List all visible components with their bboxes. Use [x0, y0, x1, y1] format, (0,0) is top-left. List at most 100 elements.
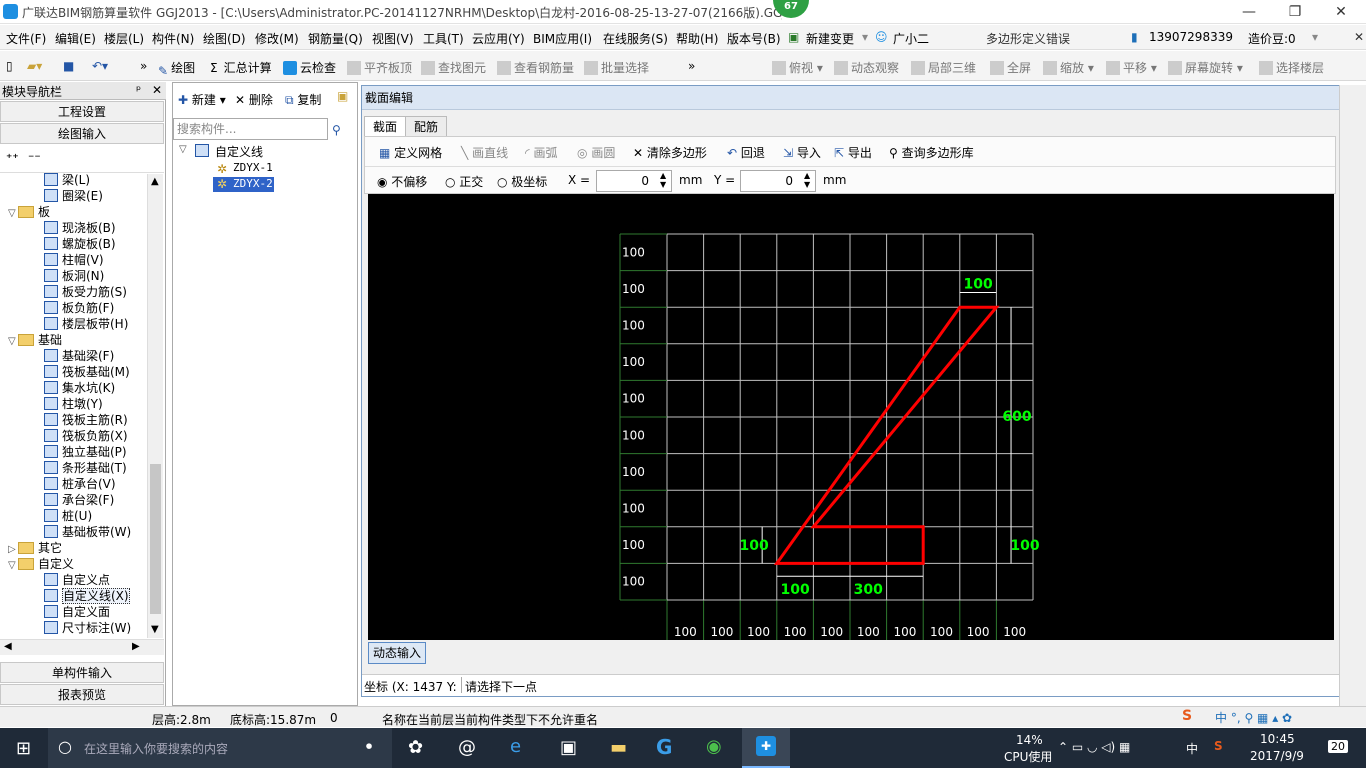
find-element-button[interactable]: 查找图元 — [421, 59, 486, 76]
more-icon[interactable]: ▣ — [337, 89, 348, 103]
zoom-button[interactable]: 缩放 ▾ — [1043, 59, 1094, 76]
tree-folder[interactable]: ▽ 基础 — [8, 332, 62, 348]
tree-toggle-icon[interactable]: ▽ — [179, 144, 187, 155]
menu-bim[interactable]: BIM应用(I) — [533, 30, 592, 47]
tree-item[interactable]: 柱墩(Y) — [44, 396, 103, 412]
menu-file[interactable]: 文件(F) — [6, 30, 46, 47]
close-button[interactable]: ✕ — [1318, 0, 1364, 24]
flat-slab-button[interactable]: 平齐板顶 — [347, 59, 412, 76]
file-explorer-icon[interactable]: ▬ — [610, 737, 627, 758]
microphone-icon[interactable]: ⏺ — [366, 739, 372, 754]
menu-modify[interactable]: 修改(M) — [255, 30, 299, 47]
tree-scrollbar[interactable]: ▲ ▼ — [147, 174, 163, 638]
copy-component-button[interactable]: ⧉ 复制 — [285, 91, 321, 108]
tree-folder[interactable]: ▽ 板 — [8, 204, 50, 220]
tray-icons[interactable]: ⌃ ▭ ◡ ◁) ▦ — [1058, 740, 1130, 754]
menu-rebar[interactable]: 钢筋量(Q) — [308, 30, 363, 47]
drawing-canvas[interactable]: 100 100 100 100 100 100 100 100 100 100 100 100 100 1… — [368, 194, 1334, 640]
radio-polar[interactable]: ○ 极坐标 — [497, 173, 547, 190]
ime-tray[interactable]: 中 °, ⚲ ▦ ▴ ✿ — [1215, 709, 1292, 726]
tree-item[interactable]: 自定义点 — [44, 572, 110, 588]
radio-no-offset[interactable]: ◉ 不偏移 — [377, 173, 427, 190]
x-spinner[interactable]: ▲ ▼ — [660, 171, 666, 189]
tree-item[interactable]: 梁(L) — [44, 172, 90, 188]
scroll-up-icon[interactable]: ▲ — [151, 176, 159, 187]
collapse-icon[interactable]: ▽ — [8, 334, 18, 350]
tree-item[interactable]: 条形基础(T) — [44, 460, 127, 476]
overflow-icon[interactable]: » — [688, 59, 695, 73]
tab-section[interactable]: 截面 — [364, 116, 407, 137]
taskbar-search[interactable]: ○ 在这里输入你要搜索的内容 ⏺ — [48, 728, 392, 768]
sum-button[interactable]: Σ 汇总计算 — [210, 59, 272, 76]
y-spinner[interactable]: ▲ ▼ — [804, 171, 810, 189]
clock-date[interactable]: 2017/9/9 — [1250, 749, 1304, 763]
draw-circle-button[interactable]: ◎ 画圆 — [577, 144, 615, 161]
dynamic-observe-button[interactable]: 动态观察 — [834, 59, 899, 76]
app-green-icon[interactable]: ◉ — [706, 736, 722, 757]
undo-button[interactable]: ↶ 回退 — [727, 144, 765, 161]
radio-orthogonal[interactable]: ○ 正交 — [445, 173, 483, 190]
scroll-down-icon[interactable]: ▼ — [151, 624, 159, 635]
notification-center[interactable]: 20 — [1328, 740, 1348, 753]
menu-view[interactable]: 视图(V) — [372, 30, 414, 47]
pan-button[interactable]: 平移 ▾ — [1106, 59, 1157, 76]
scroll-right-icon[interactable]: ▶ — [132, 641, 140, 652]
open-folder-icon[interactable]: ▰▾ — [27, 59, 42, 73]
menu-edit[interactable]: 编辑(E) — [55, 30, 96, 47]
app-pinwheel-icon[interactable]: ✿ — [408, 737, 423, 758]
drawing-input-button[interactable]: 绘图输入 — [0, 123, 164, 144]
menu-component[interactable]: 构件(N) — [152, 30, 194, 47]
tree-item[interactable]: 自定义线(X) — [44, 588, 130, 604]
edge-icon[interactable]: e — [510, 736, 521, 757]
tree-hscrollbar[interactable]: ◀ ▶ — [0, 639, 164, 655]
component-item[interactable]: ZDYX-1 — [233, 161, 273, 174]
dynamic-input-button[interactable]: 动态输入 — [368, 642, 426, 664]
sogou-icon[interactable]: S — [1182, 708, 1192, 724]
close-icon[interactable]: ✕ — [1354, 30, 1364, 44]
menu-tools[interactable]: 工具(T) — [423, 30, 464, 47]
canvas-scrollbar[interactable] — [1339, 85, 1366, 706]
new-file-icon[interactable]: ▯ — [6, 59, 13, 73]
view-rebar-button[interactable]: 查看钢筋量 — [497, 59, 574, 76]
store-icon[interactable]: ▣ — [560, 737, 577, 758]
report-preview-button[interactable]: 报表预览 — [0, 684, 164, 705]
undo-icon[interactable]: ↶▾ — [92, 59, 108, 73]
coins-label[interactable]: 造价豆:0 — [1248, 30, 1296, 47]
single-input-button[interactable]: 单构件输入 — [0, 662, 164, 683]
draw-button[interactable]: ✎ 绘图 — [158, 59, 195, 78]
select-floor-button[interactable]: 选择楼层 — [1259, 59, 1324, 76]
tree-item[interactable]: 集水坑(K) — [44, 380, 115, 396]
tree-item[interactable]: 基础板带(W) — [44, 524, 131, 540]
tree-item[interactable]: 板洞(N) — [44, 268, 104, 284]
scrollbar-thumb[interactable] — [150, 464, 161, 614]
project-settings-button[interactable]: 工程设置 — [0, 101, 164, 122]
tree-item[interactable]: 板受力筋(S) — [44, 284, 127, 300]
minimize-button[interactable]: — — [1226, 0, 1272, 24]
pin-icon[interactable]: ᵖ — [136, 83, 141, 97]
tree-item[interactable]: 基础梁(F) — [44, 348, 114, 364]
component-root[interactable]: 自定义线 — [215, 143, 263, 160]
tree-item[interactable]: 楼层板带(H) — [44, 316, 128, 332]
query-library-button[interactable]: ⚲ 查询多边形库 — [889, 144, 974, 161]
clear-polygon-button[interactable]: ✕ 清除多边形 — [633, 144, 707, 161]
tree-item[interactable]: 桩承台(V) — [44, 476, 116, 492]
tree-item[interactable]: 柱帽(V) — [44, 252, 104, 268]
tree-item[interactable]: 桩(U) — [44, 508, 92, 524]
menu-help[interactable]: 帮助(H) — [676, 30, 718, 47]
tab-rebar[interactable]: 配筋 — [405, 116, 448, 136]
menu-floor[interactable]: 楼层(L) — [104, 30, 144, 47]
fullscreen-button[interactable]: 全屏 — [990, 59, 1031, 76]
search-input[interactable]: 搜索构件... — [173, 118, 328, 140]
glodon-icon[interactable]: G — [656, 735, 672, 759]
sogou-tray-icon[interactable]: S — [1214, 739, 1223, 753]
collapse-all-icon[interactable]: ⁻⁻ — [28, 151, 41, 165]
menu-cloud[interactable]: 云应用(Y) — [472, 30, 525, 47]
top-view-button[interactable]: 俯视 ▾ — [772, 59, 823, 76]
delete-component-button[interactable]: ✕ 删除 — [235, 91, 273, 108]
tree-item[interactable]: 承台梁(F) — [44, 492, 114, 508]
collapse-icon[interactable]: ▽ — [8, 558, 18, 574]
tree-item[interactable]: 筏板负筋(X) — [44, 428, 128, 444]
ime-indicator[interactable]: 中 — [1186, 740, 1198, 757]
export-button[interactable]: ⇱ 导出 — [834, 144, 872, 161]
tree-item[interactable]: 圈梁(E) — [44, 188, 103, 204]
